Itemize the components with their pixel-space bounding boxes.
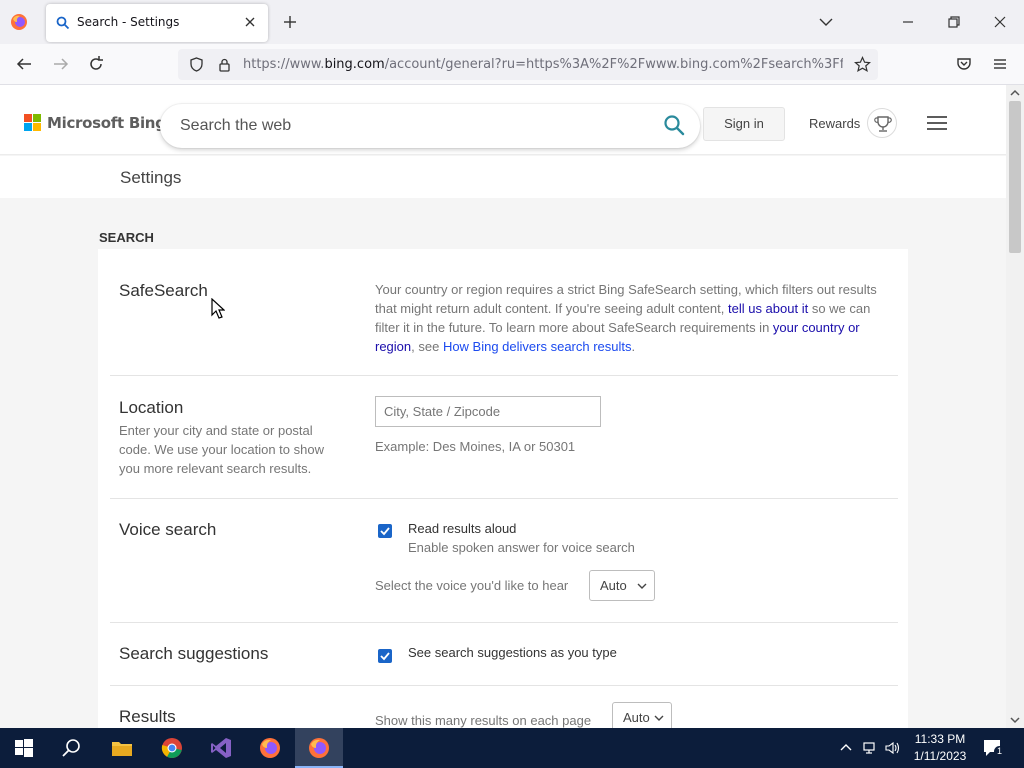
- microsoft-logo-icon[interactable]: [24, 114, 42, 132]
- safesearch-row: SafeSearch Your country or region requir…: [110, 249, 898, 376]
- clock-time: 11:33 PM: [914, 732, 966, 746]
- taskbar-firefox[interactable]: [246, 728, 294, 768]
- close-window-icon[interactable]: [990, 12, 1010, 32]
- voice-select-label: Select the voice you'd like to hear: [375, 578, 569, 593]
- firefox-icon: [260, 738, 280, 758]
- search-icon: [62, 739, 80, 757]
- section-label-search: SEARCH: [99, 230, 154, 245]
- location-example: Example: Des Moines, IA or 50301: [375, 439, 576, 454]
- voice-search-row: Voice search Read results aloud Enable s…: [110, 499, 898, 623]
- clock-date: 1/11/2023: [913, 749, 967, 763]
- voice-select[interactable]: Auto: [589, 570, 655, 601]
- search-suggestions-row: Search suggestions See search suggestion…: [110, 623, 898, 686]
- rewards-trophy-icon[interactable]: [867, 108, 897, 138]
- results-select-label: Show this many results on each page: [375, 713, 592, 728]
- tell-us-link[interactable]: tell us about it: [728, 301, 808, 316]
- pocket-icon[interactable]: [954, 54, 974, 74]
- minimize-icon[interactable]: [898, 12, 918, 32]
- notification-count: 1: [994, 746, 1005, 757]
- location-row: Location Enter your city and state or po…: [110, 376, 898, 499]
- sign-in-button[interactable]: Sign in: [703, 107, 785, 141]
- back-arrow-icon[interactable]: [14, 54, 34, 74]
- reload-icon[interactable]: [86, 54, 106, 74]
- search-input[interactable]: [180, 114, 640, 138]
- brand-name[interactable]: Microsoft Bing: [47, 114, 166, 132]
- new-tab-icon[interactable]: [280, 12, 300, 32]
- forward-arrow-icon[interactable]: [51, 54, 71, 74]
- search-icon: [56, 16, 70, 30]
- results-title: Results: [119, 707, 176, 726]
- scroll-up-icon[interactable]: [1010, 88, 1020, 98]
- location-title: Location: [119, 398, 184, 417]
- rewards-link[interactable]: Rewards: [809, 116, 860, 131]
- settings-card: SafeSearch Your country or region requir…: [98, 249, 908, 728]
- scroll-down-icon[interactable]: [1010, 715, 1020, 725]
- hamburger-menu-icon[interactable]: [926, 114, 948, 132]
- folder-icon: [112, 742, 132, 756]
- taskbar-visual-studio[interactable]: [197, 728, 245, 768]
- suggestions-checkbox[interactable]: [378, 649, 392, 663]
- safesearch-description: Your country or region requires a strict…: [375, 282, 877, 354]
- firefox-icon: [309, 738, 329, 758]
- search-box[interactable]: [160, 104, 700, 148]
- page-scrollbar[interactable]: [1006, 85, 1024, 728]
- close-tab-icon[interactable]: [242, 14, 258, 30]
- results-select[interactable]: Auto: [612, 702, 672, 728]
- app-menu-icon[interactable]: [990, 54, 1010, 74]
- bing-header: Microsoft Bing Sign in Rewards: [0, 85, 1006, 155]
- visual-studio-icon: [211, 738, 231, 758]
- scrollbar-thumb[interactable]: [1009, 101, 1021, 253]
- safesearch-title: SafeSearch: [119, 281, 208, 300]
- url-bar[interactable]: https://www.bing.com/account/general?ru=…: [178, 49, 878, 80]
- page-viewport: Microsoft Bing Sign in Rewards: [0, 85, 1006, 728]
- windows-logo-icon: [15, 739, 33, 757]
- read-aloud-checkbox[interactable]: [378, 524, 392, 538]
- tab-search-settings[interactable]: Search - Settings: [46, 4, 268, 42]
- voice-select-value: Auto: [600, 578, 627, 593]
- browser-nav-bar: https://www.bing.com/account/general?ru=…: [0, 44, 1024, 85]
- chevron-down-icon: [637, 583, 647, 589]
- location-input[interactable]: [375, 396, 601, 427]
- results-select-value: Auto: [623, 710, 650, 725]
- browser-tab-bar: Search - Settings: [0, 0, 1024, 44]
- list-all-tabs-icon[interactable]: [816, 12, 836, 32]
- taskbar-chrome[interactable]: [148, 728, 196, 768]
- network-icon[interactable]: [862, 740, 878, 756]
- mouse-cursor-icon: [211, 298, 225, 319]
- read-aloud-label[interactable]: Read results aloud: [408, 521, 516, 536]
- url-text[interactable]: https://www.bing.com/account/general?ru=…: [243, 57, 843, 72]
- notification-center-button[interactable]: 1: [982, 738, 1005, 758]
- location-description: Enter your city and state or postal code…: [119, 423, 324, 476]
- volume-icon[interactable]: [884, 740, 900, 756]
- taskbar-clock[interactable]: 11:33 PM 1/11/2023: [905, 731, 975, 765]
- firefox-logo-icon[interactable]: [10, 13, 28, 31]
- chevron-down-icon: [654, 715, 664, 721]
- suggestions-label[interactable]: See search suggestions as you type: [408, 645, 617, 660]
- taskbar-search-button[interactable]: [48, 728, 96, 768]
- search-suggestions-title: Search suggestions: [119, 644, 269, 663]
- results-row: Results Show this many results on each p…: [110, 686, 898, 728]
- taskbar-file-explorer[interactable]: [98, 728, 146, 768]
- how-bing-delivers-link[interactable]: How Bing delivers search results: [443, 339, 632, 354]
- tab-title: Search - Settings: [77, 15, 180, 29]
- chrome-icon: [161, 738, 182, 758]
- restore-icon[interactable]: [944, 12, 964, 32]
- shield-icon[interactable]: [188, 56, 205, 73]
- taskbar-firefox-active[interactable]: [295, 728, 343, 768]
- search-icon[interactable]: [663, 114, 685, 136]
- read-aloud-sublabel: Enable spoken answer for voice search: [408, 540, 635, 555]
- windows-taskbar: 11:33 PM 1/11/2023 1: [0, 728, 1024, 768]
- voice-search-title: Voice search: [119, 520, 217, 539]
- settings-bar: Settings: [0, 156, 1006, 198]
- page-title: Settings: [120, 168, 182, 187]
- lock-icon[interactable]: [216, 56, 233, 73]
- bookmark-star-icon[interactable]: [854, 56, 871, 73]
- chevron-up-icon[interactable]: [838, 740, 854, 756]
- start-button[interactable]: [0, 728, 48, 768]
